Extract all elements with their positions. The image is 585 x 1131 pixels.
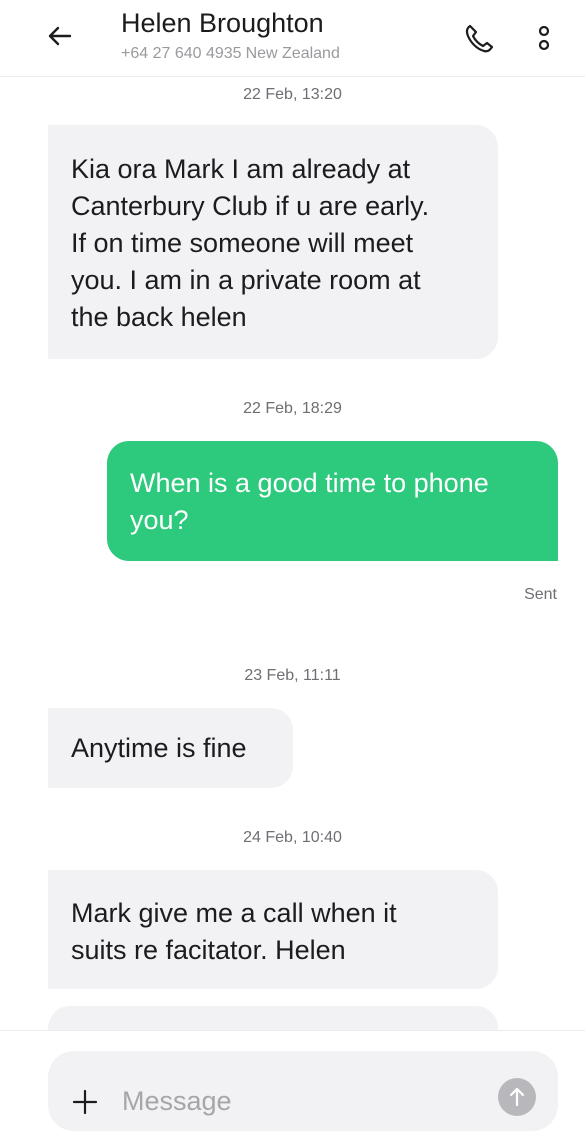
contact-country: New Zealand [245, 45, 340, 62]
send-arrow-up-icon [509, 1087, 525, 1107]
message-text-line: Anytime is fine [71, 733, 247, 763]
message-text-line: When is a good time to phone [130, 468, 489, 498]
message-text-line: Kia ora Mark I am already at [71, 154, 411, 184]
incoming-message-bubble[interactable]: Mark give me a call when it suits re fac… [48, 870, 498, 989]
add-attachment-button[interactable] [72, 1089, 98, 1115]
compose-box [48, 1051, 558, 1131]
contact-name[interactable]: Helen Broughton [121, 8, 324, 39]
message-input[interactable] [122, 1081, 482, 1121]
message-text-line: you? [130, 505, 189, 535]
message-text-line: If on time someone will meet [71, 228, 414, 258]
message-timestamp: 23 Feb, 11:11 [244, 667, 341, 684]
conversation-header: Helen Broughton +64 27 640 4935 New Zeala… [0, 0, 585, 77]
message-text-line: suits re facitator. Helen [71, 935, 346, 965]
message-composer [0, 1030, 585, 1131]
outgoing-message-bubble[interactable]: When is a good time to phone you? [107, 441, 558, 561]
more-options-button[interactable] [526, 18, 562, 58]
contact-details: +64 27 640 4935 New Zealand [121, 45, 340, 63]
message-timestamp: 22 Feb, 18:29 [243, 400, 342, 417]
call-button[interactable] [458, 18, 498, 58]
incoming-message-bubble[interactable]: Anytime is fine [48, 708, 293, 788]
message-text-line: you. I am in a private room at [71, 265, 421, 295]
more-vertical-icon [538, 25, 550, 51]
plus-icon [72, 1089, 98, 1115]
phone-icon [465, 24, 494, 53]
send-button[interactable] [498, 1078, 536, 1116]
message-timestamp: 24 Feb, 10:40 [243, 829, 342, 846]
message-text-line: the back helen [71, 302, 247, 332]
back-button[interactable] [40, 16, 80, 56]
contact-phone: +64 27 640 4935 [121, 45, 242, 62]
message-text-line: Canterbury Club if u are early. [71, 191, 430, 221]
message-timestamp: 22 Feb, 13:20 [243, 86, 342, 103]
message-status: Sent [524, 586, 557, 603]
message-text-line: Mark give me a call when it [71, 898, 397, 928]
incoming-message-bubble[interactable]: Kia ora Mark I am already at Canterbury … [48, 125, 498, 359]
arrow-left-icon [48, 26, 72, 46]
